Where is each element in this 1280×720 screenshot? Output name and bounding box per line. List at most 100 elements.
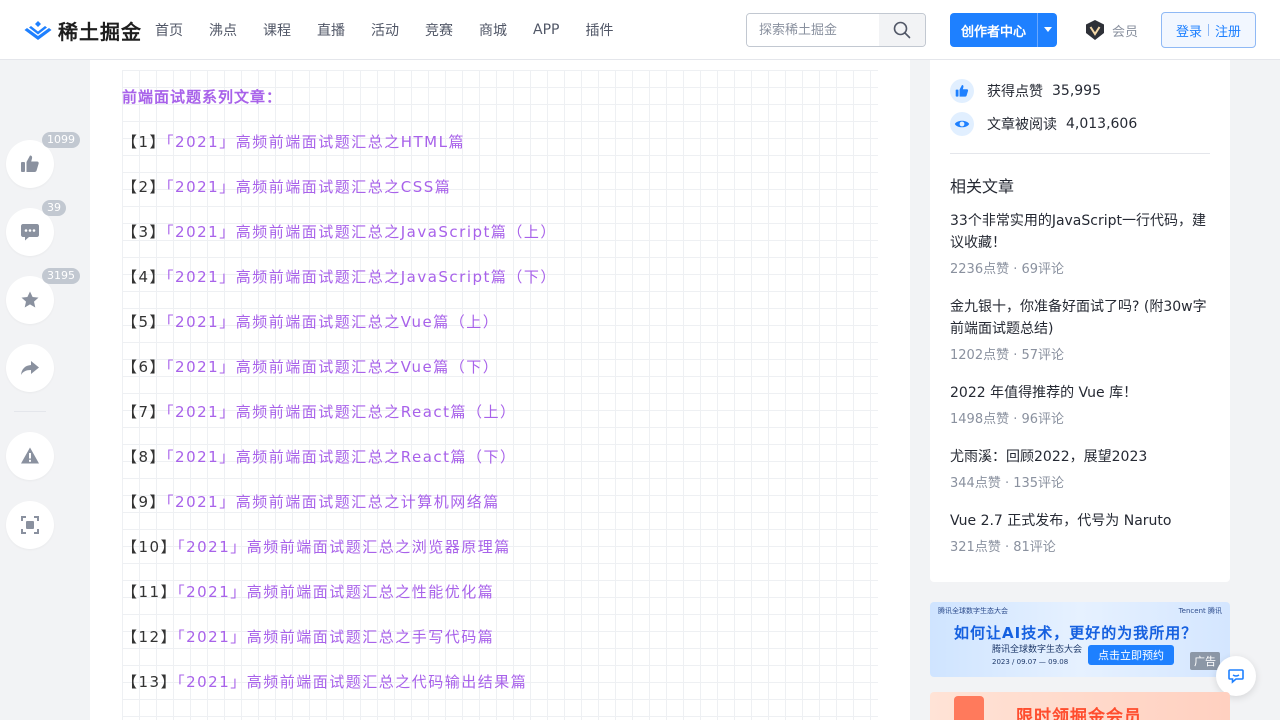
thumbs-up-icon	[21, 155, 39, 172]
ad-brand-left: 腾讯全球数字生态大会	[938, 607, 1008, 615]
like-count-badge: 1099	[42, 132, 80, 148]
vip-badge-icon	[1086, 20, 1104, 40]
article-link[interactable]: 「2021」高频前端面试题汇总之Vue篇（上）	[166, 313, 499, 331]
nav-plugins[interactable]: 插件	[585, 20, 613, 40]
nav-app[interactable]: APP	[533, 22, 559, 38]
article-link[interactable]: 「2021」高频前端面试题汇总之React篇（下）	[166, 448, 516, 466]
creator-center-label: 创作者中心	[961, 24, 1027, 40]
nav-home[interactable]: 首页	[155, 20, 183, 40]
nav-contests[interactable]: 竞赛	[425, 20, 453, 40]
share-icon	[21, 361, 39, 375]
login-separator	[1208, 24, 1209, 36]
list-item-number: 【7】	[122, 403, 167, 421]
stat-label: 获得点赞	[987, 84, 1043, 100]
related-article-meta: 344点赞 · 135评论	[950, 476, 1065, 491]
related-article-meta: 1498点赞 · 96评论	[950, 412, 1065, 427]
related-article-title[interactable]: 33个非常实用的JavaScript一行代码，建议收藏！	[950, 210, 1212, 254]
related-article-meta: 321点赞 · 81评论	[950, 540, 1056, 555]
list-item-number: 【11】	[122, 583, 178, 601]
report-button[interactable]	[6, 432, 54, 480]
related-articles-title: 相关文章	[950, 177, 1015, 196]
list-item-number: 【12】	[122, 628, 178, 646]
article-link[interactable]: 「2021」高频前端面试题汇总之CSS篇	[166, 178, 451, 196]
caret-down-icon	[1043, 27, 1052, 32]
related-article-meta: 1202点赞 · 57评论	[950, 348, 1065, 363]
article-link[interactable]: 「2021」高频前端面试题汇总之Vue篇（下）	[166, 358, 499, 376]
login-label[interactable]: 登录	[1176, 21, 1202, 40]
search-input[interactable]	[747, 14, 879, 46]
ad-brand-right: Tencent 腾讯	[1178, 607, 1222, 615]
list-item-number: 【6】	[122, 358, 167, 376]
author-sidebar-card: 获得点赞 35,995 文章被阅读 4,013,606 相关文章 33个非常实用…	[930, 60, 1230, 582]
related-article[interactable]: 33个非常实用的JavaScript一行代码，建议收藏！ 2236点赞 · 69…	[950, 210, 1212, 277]
login-register-button[interactable]: 登录 注册	[1161, 12, 1256, 48]
article-link[interactable]: 「2021」高频前端面试题汇总之性能优化篇	[177, 583, 494, 601]
ad2-text: 限时领掘金会员	[1016, 707, 1142, 720]
list-item-number: 【10】	[122, 538, 178, 556]
article-link[interactable]: 「2021」高频前端面试题汇总之HTML篇	[166, 133, 465, 151]
article-link[interactable]: 「2021」高频前端面试题汇总之浏览器原理篇	[177, 538, 511, 556]
nav-live[interactable]: 直播	[317, 20, 345, 40]
ad-banner-vip[interactable]: 限时领掘金会员	[930, 692, 1230, 720]
star-icon	[21, 291, 39, 308]
warning-icon	[21, 447, 39, 464]
comment-count-badge: 39	[42, 200, 66, 216]
ad-tag: 广告	[1190, 652, 1220, 670]
list-item: 【9】「2021」高频前端面试题汇总之计算机网络篇	[122, 491, 500, 512]
list-item: 【5】「2021」高频前端面试题汇总之Vue篇（上）	[122, 311, 499, 332]
related-article-title[interactable]: Vue 2.7 正式发布，代号为 Naruto	[950, 510, 1212, 532]
list-item-number: 【3】	[122, 223, 167, 241]
share-button[interactable]	[6, 344, 54, 392]
stat-value: 4,013,606	[1066, 116, 1138, 132]
list-item: 【4】「2021」高频前端面试题汇总之JavaScript篇（下）	[122, 266, 557, 287]
article-link[interactable]: 「2021」高频前端面试题汇总之JavaScript篇（下）	[166, 268, 557, 286]
creator-dropdown-toggle[interactable]	[1037, 13, 1057, 47]
gift-box-icon	[954, 696, 984, 720]
float-panel-divider	[14, 411, 46, 412]
comment-button[interactable]: 39	[6, 200, 66, 256]
chat-bubble-icon	[1228, 669, 1244, 684]
juejin-logo[interactable]: 稀土掘金	[24, 16, 142, 45]
list-item: 【6】「2021」高频前端面试题汇总之Vue篇（下）	[122, 356, 499, 377]
collect-button[interactable]: 3195	[6, 268, 80, 324]
creator-center-button[interactable]: 创作者中心	[950, 13, 1058, 47]
focus-mode-icon	[21, 516, 39, 534]
juejin-logo-icon	[24, 20, 52, 40]
register-label[interactable]: 注册	[1215, 21, 1241, 40]
stat-value: 35,995	[1052, 83, 1101, 99]
nav-pins[interactable]: 沸点	[209, 20, 237, 40]
list-item: 【1】「2021」高频前端面试题汇总之HTML篇	[122, 131, 465, 152]
related-article-title[interactable]: 金九银十，你准备好面试了吗? (附30w字前端面试题总结)	[950, 296, 1212, 340]
article-link[interactable]: 「2021」高频前端面试题汇总之手写代码篇	[177, 628, 494, 646]
list-item-number: 【13】	[122, 673, 178, 691]
article-link[interactable]: 「2021」高频前端面试题汇总之React篇（上）	[166, 403, 516, 421]
logo-text: 稀土掘金	[58, 20, 142, 44]
related-article[interactable]: 尤雨溪：回顾2022，展望2023 344点赞 · 135评论	[950, 446, 1212, 491]
list-item: 【7】「2021」高频前端面试题汇总之React篇（上）	[122, 401, 517, 422]
collect-count-badge: 3195	[42, 268, 80, 284]
feedback-chat-button[interactable]	[1216, 656, 1256, 696]
related-article[interactable]: 2022 年值得推荐的 Vue 库！ 1498点赞 · 96评论	[950, 382, 1212, 427]
article-link[interactable]: 「2021」高频前端面试题汇总之JavaScript篇（上）	[166, 223, 557, 241]
article-link[interactable]: 「2021」高频前端面试题汇总之代码输出结果篇	[177, 673, 527, 691]
nav-courses[interactable]: 课程	[263, 20, 291, 40]
search-button[interactable]	[879, 14, 925, 46]
list-item-number: 【8】	[122, 448, 167, 466]
vip-link[interactable]: 会员	[1084, 19, 1138, 41]
search-icon	[893, 21, 911, 39]
ad-banner-tencent[interactable]: 腾讯全球数字生态大会 Tencent 腾讯 如何让AI技术，更好的为我所用？ 腾…	[930, 602, 1230, 677]
related-article[interactable]: Vue 2.7 正式发布，代号为 Naruto 321点赞 · 81评论	[950, 510, 1212, 555]
related-article-title[interactable]: 2022 年值得推荐的 Vue 库！	[950, 382, 1212, 404]
nav-shop[interactable]: 商城	[479, 20, 507, 40]
related-article-title[interactable]: 尤雨溪：回顾2022，展望2023	[950, 446, 1212, 468]
article-link[interactable]: 「2021」高频前端面试题汇总之计算机网络篇	[166, 493, 500, 511]
focus-mode-button[interactable]	[6, 501, 54, 549]
related-article[interactable]: 金九银十，你准备好面试了吗? (附30w字前端面试题总结) 1202点赞 · 5…	[950, 296, 1212, 363]
thumbs-up-icon	[950, 79, 974, 103]
ad-cta-button[interactable]: 点击立即预约	[1088, 645, 1174, 665]
nav-events[interactable]: 活动	[371, 20, 399, 40]
like-button[interactable]: 1099	[6, 132, 80, 188]
main-nav: 首页 沸点 课程 直播 活动 竞赛 商城 APP 插件	[155, 0, 639, 60]
article-content: 前端面试题系列文章： 【1】「2021」高频前端面试题汇总之HTML篇 【2】「…	[90, 60, 910, 720]
ad-date: 2023 / 09.07 — 09.08	[992, 658, 1069, 666]
